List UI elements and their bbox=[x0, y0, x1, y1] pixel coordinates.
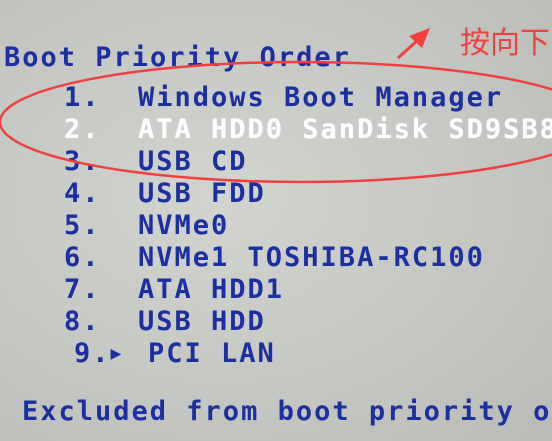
bios-screen: Boot Priority Order 1. Windows Boot Mana… bbox=[0, 0, 552, 441]
annotation-arrow-shaft bbox=[396, 38, 420, 60]
highlight-ellipse bbox=[0, 60, 552, 184]
annotation-text: 按向下 bbox=[460, 26, 550, 61]
annotation-overlay bbox=[0, 28, 552, 184]
